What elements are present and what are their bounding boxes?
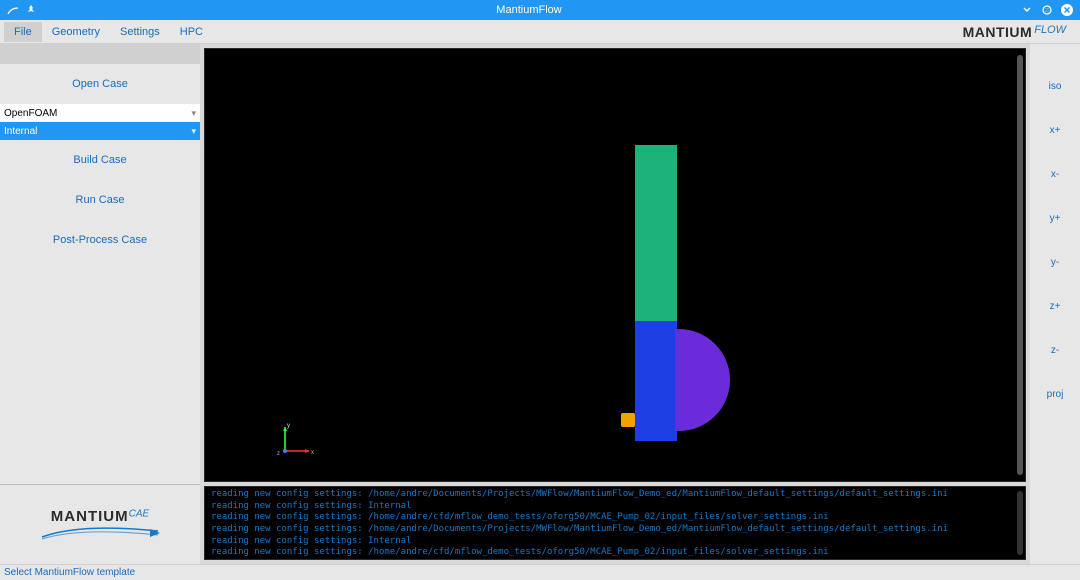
window-titlebar: MantiumFlow [0, 0, 1080, 20]
view-yplus-button[interactable]: y+ [1030, 196, 1080, 240]
brand-main-text: MANTIUM [963, 24, 1033, 40]
view-controls: iso x+ x- y+ y- z+ z- proj [1030, 44, 1080, 564]
sidebar-spacer [0, 44, 200, 64]
center-panel: x y z reading new config settings: /home… [200, 44, 1030, 564]
app-icon [6, 3, 20, 17]
geometry-shaft-stub [621, 413, 635, 427]
case-type-select[interactable]: Internal ▾ [0, 122, 200, 140]
axis-y-label: y [287, 423, 290, 429]
minimize-icon[interactable] [1020, 3, 1034, 17]
console-line: reading new config settings: /home/andre… [211, 512, 1019, 524]
sidebar-logo: MANTIUMCAE [0, 484, 200, 564]
console-line: reading new config settings: /home/andre… [211, 489, 1019, 501]
run-case-button[interactable]: Run Case [0, 180, 200, 220]
menu-settings[interactable]: Settings [110, 22, 170, 42]
view-xplus-button[interactable]: x+ [1030, 108, 1080, 152]
view-yminus-button[interactable]: y- [1030, 240, 1080, 284]
view-zplus-button[interactable]: z+ [1030, 284, 1080, 328]
logo-main-text: MANTIUM [51, 508, 129, 525]
brand-sup-text: FLOW [1034, 24, 1066, 36]
solver-select[interactable]: OpenFOAM ▾ [0, 104, 200, 122]
geometry-center-block [635, 321, 677, 441]
solver-select-value: OpenFOAM [4, 108, 57, 119]
chevron-down-icon: ▾ [191, 108, 196, 119]
post-process-button[interactable]: Post-Process Case [0, 220, 200, 260]
geometry-disc [675, 329, 730, 431]
statusbar: Select MantiumFlow template [0, 564, 1080, 580]
window-title: MantiumFlow [38, 4, 1020, 16]
menu-file[interactable]: File [4, 22, 42, 42]
maximize-icon[interactable] [1040, 3, 1054, 17]
sidebar: Open Case OpenFOAM ▾ Internal ▾ Build Ca… [0, 44, 200, 564]
view-xminus-button[interactable]: x- [1030, 152, 1080, 196]
console-line: reading new config settings: Internal [211, 501, 1019, 513]
console-output[interactable]: reading new config settings: /home/andre… [204, 486, 1026, 560]
build-case-button[interactable]: Build Case [0, 140, 200, 180]
open-case-button[interactable]: Open Case [0, 64, 200, 104]
viewport-scrollbar[interactable] [1017, 55, 1023, 475]
axis-triad: x y z [275, 421, 315, 461]
logo-swoosh-icon [40, 525, 160, 541]
close-icon[interactable] [1060, 3, 1074, 17]
console-scrollbar[interactable] [1017, 491, 1023, 555]
brand-logo: MANTIUM FLOW [963, 24, 1076, 40]
menu-hpc[interactable]: HPC [170, 22, 213, 42]
view-zminus-button[interactable]: z- [1030, 328, 1080, 372]
menubar: File Geometry Settings HPC MANTIUM FLOW [0, 20, 1080, 44]
view-proj-button[interactable]: proj [1030, 372, 1080, 416]
console-line: reading new config settings: Internal [211, 536, 1019, 548]
console-line: reading new config settings: /home/andre… [211, 524, 1019, 536]
logo-sup-text: CAE [129, 508, 150, 519]
view-iso-button[interactable]: iso [1030, 64, 1080, 108]
axis-x-label: x [311, 450, 314, 456]
status-text: Select MantiumFlow template [4, 567, 135, 578]
console-line: reading new config settings: /home/andre… [211, 547, 1019, 559]
menu-geometry[interactable]: Geometry [42, 22, 110, 42]
case-type-select-value: Internal [4, 126, 37, 137]
axis-z-label: z [277, 451, 280, 457]
geometry-inlet-block [635, 145, 677, 321]
pin-icon[interactable] [24, 3, 38, 17]
titlebar-left-icons [6, 3, 38, 17]
titlebar-right-icons [1020, 3, 1074, 17]
chevron-down-icon: ▾ [191, 126, 196, 137]
3d-viewport[interactable]: x y z [204, 48, 1026, 482]
